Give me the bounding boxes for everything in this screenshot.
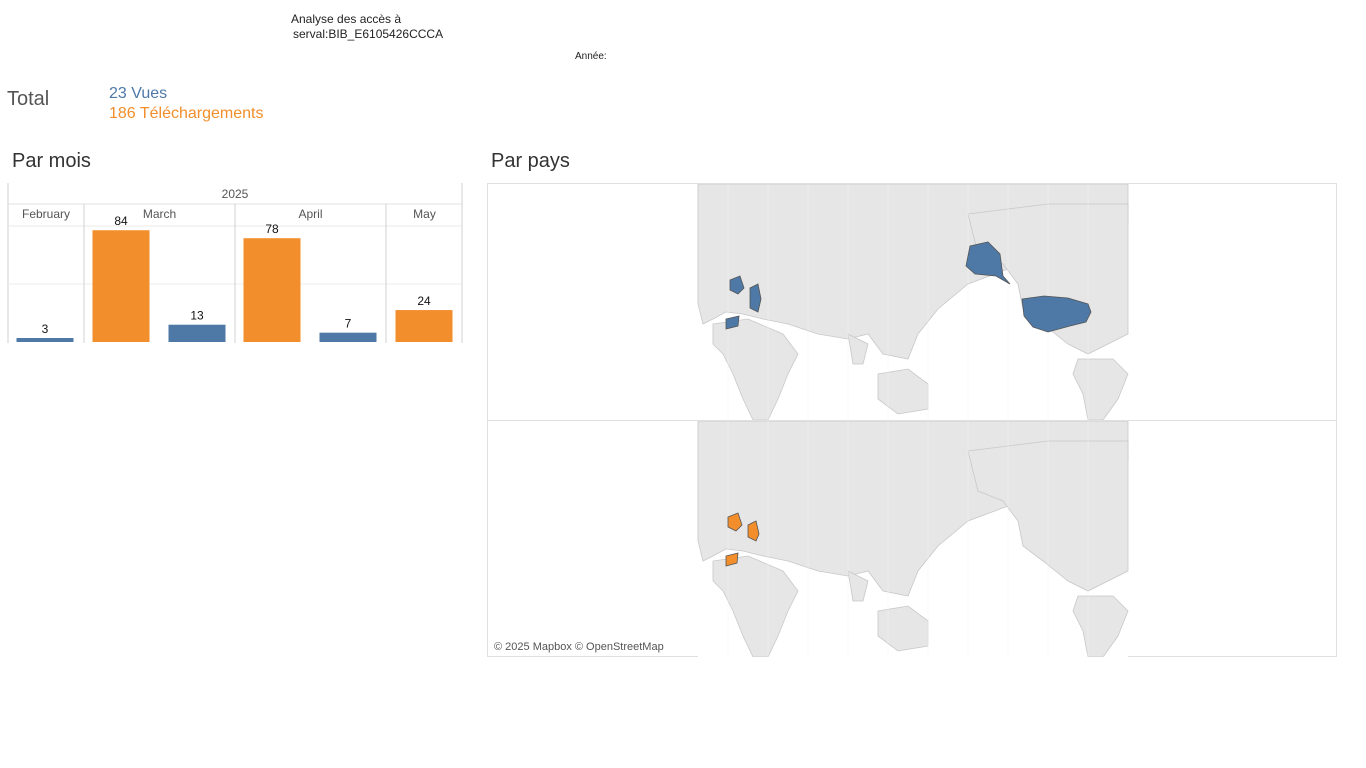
title-line-2: serval:BIB_E6105426CCCA [293, 27, 444, 41]
downloads-value-april: 78 [265, 222, 279, 236]
downloads-bar-march [92, 230, 150, 342]
monthly-bar-chart: 2025 February March April May 3 84 13 78 7 24 [7, 183, 463, 343]
year-filter-label[interactable]: Année: [575, 51, 607, 62]
map-attribution: © 2025 Mapbox © OpenStreetMap [494, 641, 664, 653]
year-label: 2025 [222, 187, 249, 201]
total-downloads: 186 Téléchargements [109, 105, 264, 122]
views-value-february: 3 [42, 322, 49, 336]
downloads-bar-may [395, 310, 453, 342]
downloads-value-may: 24 [417, 294, 431, 308]
country-map-panel[interactable] [487, 183, 1337, 657]
views-bar-february [16, 338, 74, 342]
views-bar-march [168, 324, 226, 342]
total-views: 23 Vues [109, 85, 168, 102]
views-bar-april [319, 332, 377, 342]
downloads-map-svg[interactable] [488, 421, 1336, 657]
month-label-may: May [413, 207, 436, 221]
downloads-value-march: 84 [114, 214, 128, 228]
views-value-april: 7 [345, 317, 352, 331]
dashboard-title: Analyse des accès à serval:BIB_E6105426C… [291, 12, 443, 42]
total-label: Total [7, 88, 50, 110]
by-month-title: Par mois [12, 150, 91, 172]
month-label-april: April [298, 207, 322, 221]
title-line-1: Analyse des accès à [291, 12, 402, 26]
views-map[interactable] [488, 184, 1336, 421]
downloads-map[interactable] [488, 421, 1336, 657]
by-country-title: Par pays [491, 150, 570, 172]
views-map-svg[interactable] [488, 184, 1336, 420]
month-label-march: March [143, 207, 176, 221]
downloads-bar-april [243, 238, 301, 342]
month-label-february: February [22, 207, 70, 221]
bar-chart-svg: 2025 February March April May 3 84 13 78 7 24 [7, 183, 463, 343]
views-value-march: 13 [190, 309, 204, 323]
